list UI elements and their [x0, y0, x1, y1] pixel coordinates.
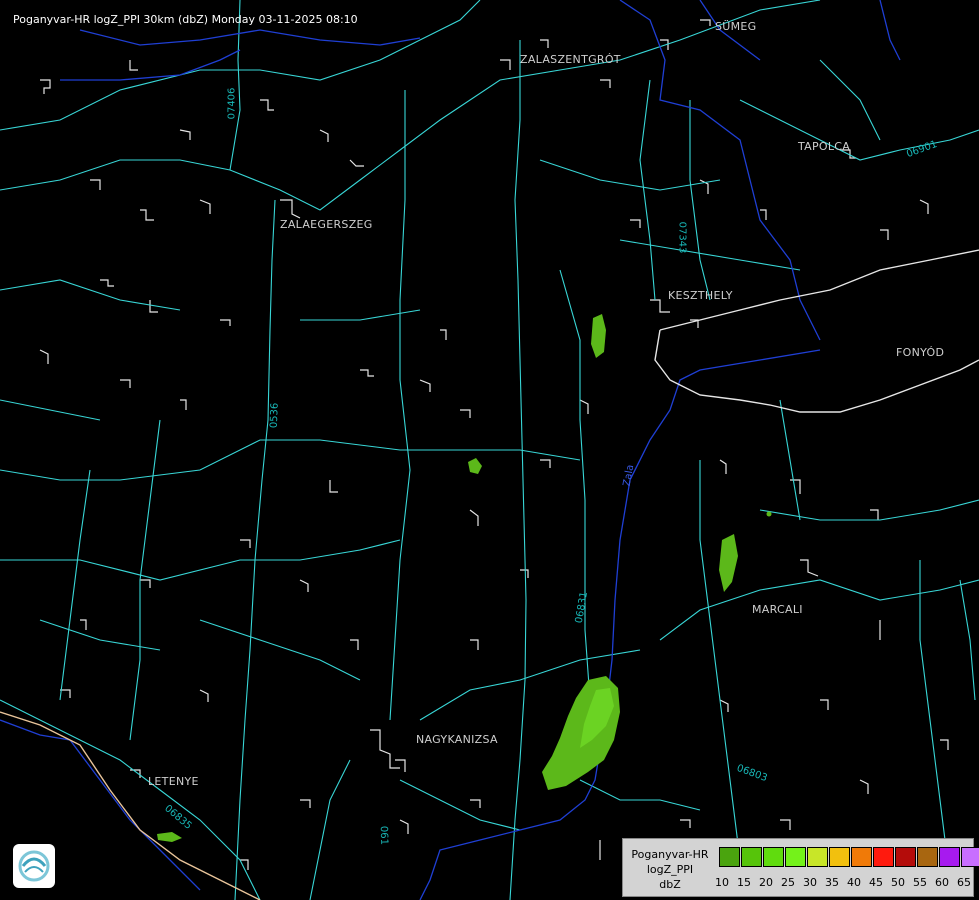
radar-map: Poganyvar-HR logZ_PPI 30km (dbZ) Monday … — [0, 0, 979, 900]
legend-tick-20: 20 — [759, 876, 773, 889]
legend-unit: dbZ — [659, 878, 681, 891]
legend-tick-15: 15 — [737, 876, 751, 889]
legend-swatch-35 — [829, 847, 850, 867]
legend-tick-50: 50 — [891, 876, 905, 889]
dbz-legend: Poganyvar-HR logZ_PPI dbZ 10 15 20 25 30 35 40… — [622, 838, 979, 897]
legend-swatch-40 — [851, 847, 872, 867]
legend-tick-30: 30 — [803, 876, 817, 889]
legend-tick-labels: 10 15 20 25 30 35 40 45 50 55 60 65 70 — [711, 876, 979, 889]
radar-echoes — [157, 314, 772, 842]
legend-tick-10: 10 — [715, 876, 729, 889]
legend-swatch-50 — [895, 847, 916, 867]
legend-swatch-60 — [939, 847, 960, 867]
legend-product: logZ_PPI — [646, 863, 694, 876]
legend-tick-40: 40 — [847, 876, 861, 889]
legend-tick-60: 60 — [935, 876, 949, 889]
echo-keszthely — [591, 314, 606, 358]
legend-swatch-20 — [763, 847, 784, 867]
road-network — [0, 0, 979, 900]
town-label-zalaszentgrot: ZALASZENTGRÓT — [520, 53, 621, 66]
legend-color-scale — [719, 847, 979, 867]
road-label-07343: 07343 — [676, 221, 688, 254]
town-label-nagykanizsa: NAGYKANIZSA — [416, 733, 498, 746]
echo-dot — [766, 511, 772, 517]
echo-letenye — [157, 832, 182, 842]
town-label-keszthely: KESZTHELY — [668, 289, 733, 302]
legend-tick-35: 35 — [825, 876, 839, 889]
town-label-letenye: LETENYE — [148, 775, 199, 788]
echo-marcali — [719, 534, 738, 592]
town-label-marcali: MARCALI — [752, 603, 803, 616]
legend-tick-55: 55 — [913, 876, 927, 889]
town-label-sumeg: SÜMEG — [715, 20, 757, 33]
legend-swatch-45 — [873, 847, 894, 867]
legend-tick-65: 65 — [957, 876, 971, 889]
legend-swatch-25 — [785, 847, 806, 867]
legend-tick-25: 25 — [781, 876, 795, 889]
legend-radar-name: Poganyvar-HR — [631, 848, 709, 861]
legend-tick-45: 45 — [869, 876, 883, 889]
omsz-logo-icon — [13, 844, 55, 888]
town-label-zalaegerszeg: ZALAEGERSZEG — [280, 218, 373, 231]
legend-swatch-10 — [719, 847, 740, 867]
town-label-fonyod: FONYÓD — [896, 346, 945, 359]
map-canvas — [0, 0, 979, 900]
legend-swatch-65 — [961, 847, 979, 867]
legend-swatch-15 — [741, 847, 762, 867]
town-label-tapolca: TAPOLCA — [798, 140, 851, 153]
legend-swatch-30 — [807, 847, 828, 867]
legend-title: Poganyvar-HR logZ_PPI dbZ — [623, 847, 717, 892]
road-label-061: 061 — [377, 825, 390, 846]
road-label-07406: 07406 — [226, 87, 238, 120]
legend-swatch-55 — [917, 847, 938, 867]
echo-small-center — [468, 458, 482, 474]
legend-tick-70: 70 — [975, 876, 979, 889]
road-label-0536: 0536 — [268, 402, 281, 429]
page-title: Poganyvar-HR logZ_PPI 30km (dbZ) Monday … — [13, 13, 358, 26]
